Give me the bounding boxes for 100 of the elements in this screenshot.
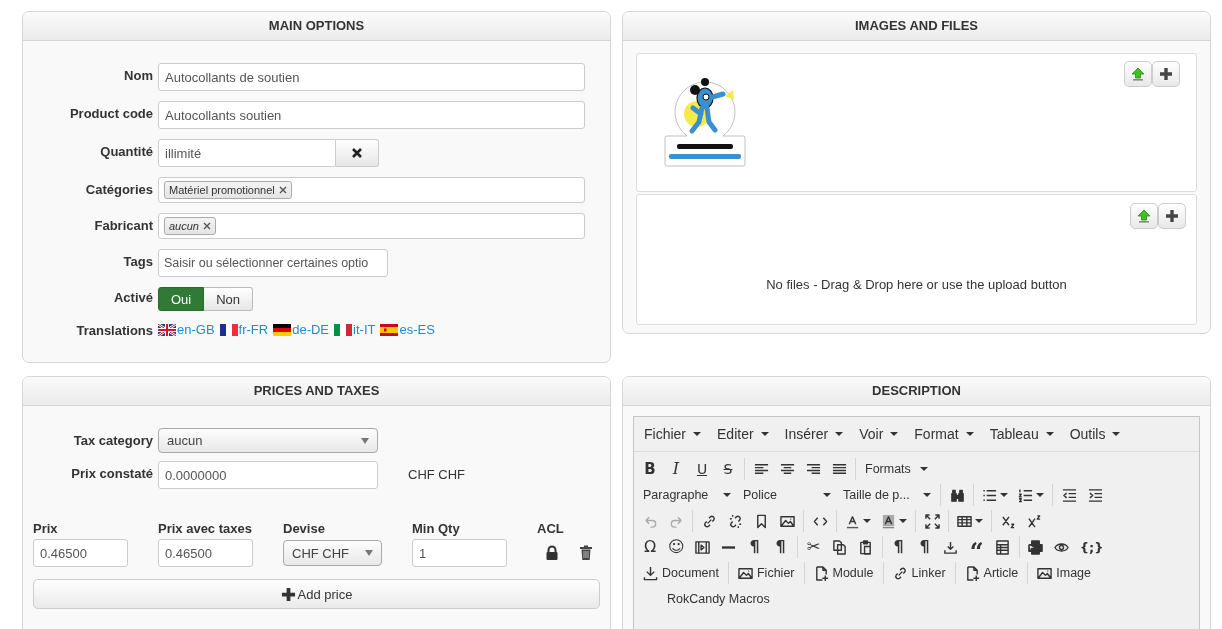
italian-flag-icon <box>334 323 353 336</box>
text-field[interactable]: Autocollants soutien <box>158 101 585 129</box>
style-dropdown[interactable]: Formats <box>859 457 934 481</box>
quote-button[interactable]: “ <box>963 535 990 559</box>
text-color-icon <box>845 513 860 529</box>
new-document-icon <box>813 565 829 581</box>
empty-files-message: No files - Drag & Drop here or use the upload button <box>765 277 1068 292</box>
column-header: ACL <box>537 521 565 536</box>
insert-image-button[interactable]: Fichier <box>732 561 801 585</box>
cut-button[interactable]: ✂ <box>800 535 827 559</box>
field-label: Nom <box>123 67 153 83</box>
quantity-field[interactable]: illimité <box>158 139 336 167</box>
column-header: Min Qty <box>412 521 461 536</box>
panel-title: IMAGES AND FILES <box>623 12 1210 41</box>
german-flag-icon <box>273 323 292 336</box>
insert-download-button[interactable]: Document <box>637 561 725 585</box>
french-flag-icon <box>219 323 238 336</box>
price-with-tax-field[interactable]: 0.46500 <box>158 539 253 567</box>
horizontal-line-icon <box>721 545 737 549</box>
insert-link-button[interactable]: Linker <box>886 561 952 585</box>
menu-item[interactable]: Outils <box>1062 422 1128 446</box>
rtl-button[interactable]: ¶ <box>767 535 794 559</box>
trash-icon[interactable] <box>579 545 593 561</box>
panel-title: DESCRIPTION <box>623 377 1210 406</box>
close-icon <box>351 147 363 159</box>
menu-item[interactable]: Fichier <box>637 422 708 446</box>
download-icon <box>643 565 658 581</box>
remove-icon[interactable] <box>203 222 211 230</box>
insert-image-button[interactable]: Image <box>1031 561 1098 585</box>
plus-icon <box>1164 208 1180 224</box>
style-dropdown[interactable]: Paragraphe <box>637 483 737 507</box>
tag-label: Matériel promotionnel <box>169 184 275 196</box>
style-dropdown[interactable]: Taille de p... <box>837 483 937 507</box>
printer-icon <box>1028 539 1044 555</box>
tax-category-select[interactable]: aucun <box>158 428 378 453</box>
menu-item[interactable]: Insérer <box>777 422 851 446</box>
outdent-icon <box>1061 487 1077 503</box>
text-field[interactable]: Autocollants de soutien <box>158 63 585 91</box>
file-drop-area[interactable]: No files - Drag & Drop here or use the upload button <box>636 194 1197 325</box>
toggle-option[interactable]: Non <box>204 287 254 311</box>
link-icon <box>701 513 717 529</box>
picture-icon <box>738 565 753 581</box>
insert-docplus-button[interactable]: Article <box>958 561 1025 585</box>
codesample-button[interactable]: {;} <box>1074 535 1109 559</box>
add-price-button[interactable]: Add price <box>33 579 600 609</box>
highlight-color-icon <box>881 513 896 529</box>
tags-field[interactable]: aucun <box>158 213 585 239</box>
fullscreen-icon <box>924 513 940 529</box>
add-button[interactable] <box>1158 203 1186 229</box>
new-document-icon <box>964 565 980 581</box>
field-label: Translations <box>75 322 153 338</box>
language-link[interactable]: en-GB <box>158 322 215 337</box>
picture-icon <box>1037 565 1053 581</box>
column-header: Prix avec taxes <box>158 521 253 536</box>
remove-icon[interactable] <box>278 186 287 194</box>
upload-arrow-icon <box>1136 208 1152 224</box>
macros-button[interactable]: RokCandy Macros <box>637 587 776 611</box>
menu-item[interactable]: Format <box>907 422 981 446</box>
tags-input-field[interactable]: Saisir ou sélectionner certaines optio <box>158 249 388 277</box>
style-dropdown[interactable]: Police <box>737 483 837 507</box>
indent-icon <box>1087 487 1103 503</box>
table-icon <box>957 513 972 529</box>
currency-label: CHF CHF <box>408 466 466 482</box>
menu-item[interactable]: Voir <box>852 422 906 446</box>
field-label: Catégories <box>84 181 153 197</box>
underline-button[interactable]: U <box>689 457 715 481</box>
min-qty-field[interactable]: 1 <box>412 539 507 567</box>
lock-icon[interactable] <box>545 545 559 561</box>
add-button[interactable] <box>1152 61 1180 87</box>
toggle-option[interactable]: Oui <box>158 287 205 311</box>
currency-select[interactable]: CHF CHF <box>283 540 382 566</box>
list-price-field[interactable]: 0.0000000 <box>158 461 378 489</box>
numbered-list-icon <box>1018 487 1033 503</box>
picture-icon <box>779 513 795 529</box>
menu-item[interactable]: Tableau <box>982 422 1061 446</box>
price-field[interactable]: 0.46500 <box>33 539 128 567</box>
copy-icon <box>832 539 848 555</box>
unlink-icon <box>727 513 743 529</box>
align-center-icon <box>779 461 795 477</box>
field-label: Tax category <box>72 432 153 448</box>
bold-button[interactable]: B <box>637 457 663 481</box>
align-justify-icon <box>831 461 847 477</box>
emoticon-button[interactable]: ☺ <box>663 535 690 559</box>
field-label: Tags <box>122 253 153 269</box>
insert-arrow-icon <box>943 539 959 555</box>
column-header: Devise <box>283 521 326 536</box>
omega-button[interactable]: Ω <box>637 535 663 559</box>
tags-field[interactable]: Matériel promotionnel <box>158 177 585 203</box>
insert-docplus-button[interactable]: Module <box>807 561 880 585</box>
plus-icon <box>280 586 296 602</box>
spanish-flag-icon <box>380 323 399 336</box>
link-icon <box>892 565 908 581</box>
ltr-button[interactable]: ¶ <box>741 535 768 559</box>
paragraph-button[interactable]: ¶ <box>911 535 938 559</box>
pilcrow-button[interactable]: ¶ <box>885 535 912 559</box>
clear-button[interactable] <box>336 139 379 167</box>
menu-item[interactable]: Editer <box>710 422 776 446</box>
italic-button[interactable]: I <box>663 457 689 481</box>
panel-title: PRICES AND TAXES <box>23 377 610 406</box>
strike-button[interactable]: S <box>715 457 741 481</box>
